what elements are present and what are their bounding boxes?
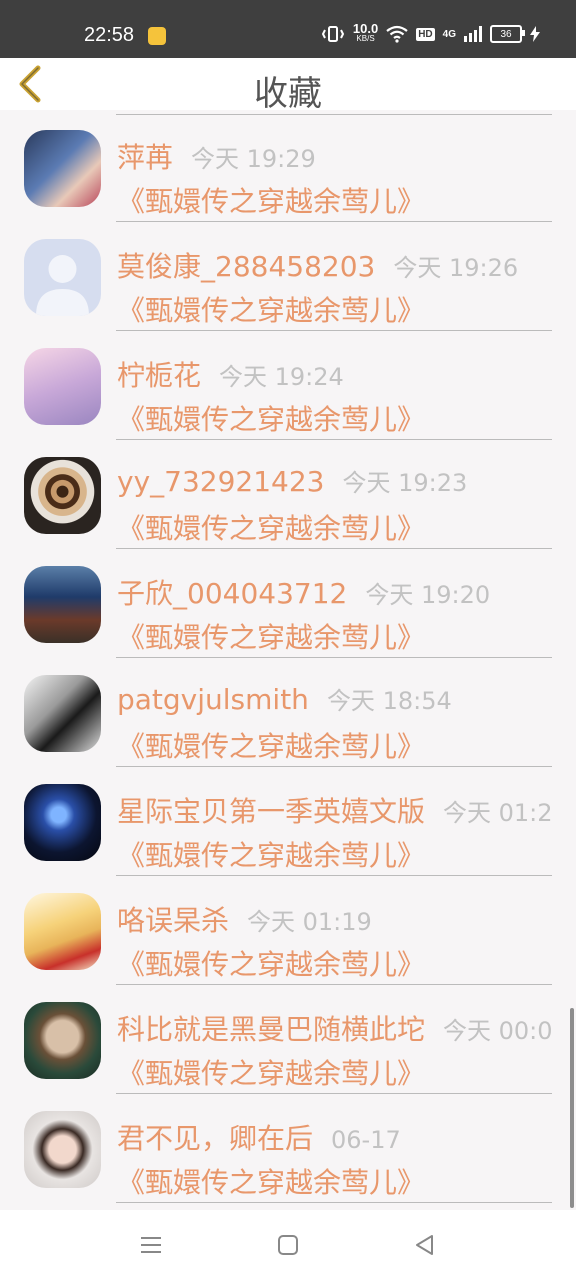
- avatar[interactable]: [24, 130, 101, 207]
- book-title[interactable]: 《甄嬛传之穿越余莺儿》: [117, 834, 425, 874]
- list-item[interactable]: 咯误杲杀 今天 01:19 《甄嬛传之穿越余莺儿》: [0, 873, 576, 985]
- list-item[interactable]: patgvjulsmith 今天 18:54 《甄嬛传之穿越余莺儿》: [0, 655, 576, 767]
- avatar[interactable]: [24, 457, 101, 534]
- avatar[interactable]: [24, 1111, 101, 1188]
- divider: [116, 1202, 552, 1203]
- user-name-text: 柠栀花: [117, 359, 202, 392]
- default-avatar-icon: [36, 255, 89, 316]
- user-name-text: yy_732921423: [117, 465, 325, 498]
- network-speed: 10.0 KB/S: [352, 21, 379, 44]
- book-title[interactable]: 《甄嬛传之穿越余莺儿》: [117, 1052, 425, 1092]
- signal-icon: [464, 26, 482, 42]
- avatar[interactable]: [24, 675, 101, 752]
- user-name: 咯误杲杀 今天 01:19: [117, 899, 372, 939]
- book-title[interactable]: 《甄嬛传之穿越余莺儿》: [117, 1161, 425, 1201]
- user-name-text: 子欣_004043712: [117, 577, 348, 610]
- timestamp: 今天 19:29: [191, 145, 316, 173]
- user-name: 莫俊康_288458203 今天 19:26: [117, 245, 518, 285]
- avatar[interactable]: [24, 566, 101, 643]
- avatar[interactable]: [24, 1002, 101, 1079]
- book-title[interactable]: 《甄嬛传之穿越余莺儿》: [117, 725, 425, 765]
- page-title: 收藏: [254, 74, 322, 114]
- wifi-icon: [386, 25, 408, 43]
- user-name-text: 君不见，卿在后: [117, 1122, 314, 1155]
- home-icon[interactable]: [273, 1230, 303, 1260]
- avatar[interactable]: [24, 348, 101, 425]
- timestamp: 今天 00:0: [443, 1017, 553, 1045]
- avatar[interactable]: [24, 893, 101, 970]
- list-item[interactable]: 星际宝贝第一季英嬉文版 今天 01:2 《甄嬛传之穿越余莺儿》: [0, 764, 576, 876]
- book-title[interactable]: 《甄嬛传之穿越余莺儿》: [117, 507, 425, 547]
- avatar[interactable]: [24, 784, 101, 861]
- user-name-text: 莫俊康_288458203: [117, 250, 376, 283]
- timestamp: 今天 01:2: [443, 799, 553, 827]
- user-name: yy_732921423 今天 19:23: [117, 463, 467, 498]
- user-name: 星际宝贝第一季英嬉文版 今天 01:2: [117, 790, 553, 830]
- list-item[interactable]: 君不见，卿在后 06-17 《甄嬛传之穿越余莺儿》: [0, 1091, 576, 1203]
- favorites-list[interactable]: 萍苒 今天 19:29 《甄嬛传之穿越余莺儿》 莫俊康_288458203 今天 1…: [0, 110, 576, 1210]
- book-title[interactable]: 《甄嬛传之穿越余莺儿》: [117, 180, 425, 220]
- navigation-bar: [0, 1210, 576, 1280]
- user-name: 柠栀花 今天 19:24: [117, 354, 344, 394]
- list-item[interactable]: 莫俊康_288458203 今天 19:26 《甄嬛传之穿越余莺儿》: [0, 219, 576, 331]
- user-name-text: 萍苒: [117, 141, 174, 174]
- user-name-text: 咯误杲杀: [117, 904, 230, 937]
- timestamp: 今天 19:20: [365, 581, 491, 609]
- list-item[interactable]: 萍苒 今天 19:29 《甄嬛传之穿越余莺儿》: [0, 110, 576, 222]
- timestamp: 今天 19:23: [342, 469, 468, 497]
- hd-badge: HD: [416, 27, 435, 41]
- user-name: patgvjulsmith 今天 18:54: [117, 681, 452, 716]
- list-item[interactable]: yy_732921423 今天 19:23 《甄嬛传之穿越余莺儿》: [0, 437, 576, 549]
- avatar[interactable]: [24, 239, 101, 316]
- user-name-text: 科比就是黑曼巴随横此坨: [117, 1013, 426, 1046]
- book-title[interactable]: 《甄嬛传之穿越余莺儿》: [117, 289, 425, 329]
- user-name: 科比就是黑曼巴随横此坨 今天 00:0: [117, 1008, 553, 1048]
- network-type: 4G: [442, 28, 456, 40]
- user-name-text: 星际宝贝第一季英嬉文版: [117, 795, 426, 828]
- book-title[interactable]: 《甄嬛传之穿越余莺儿》: [117, 943, 425, 983]
- network-speed-unit: KB/S: [356, 34, 375, 43]
- menu-icon[interactable]: [136, 1230, 166, 1260]
- battery-level: 36: [500, 28, 512, 40]
- user-name-text: patgvjulsmith: [117, 683, 309, 716]
- timestamp: 今天 19:26: [393, 254, 519, 282]
- status-icons: 10.0 KB/S HD 4G 36: [321, 21, 540, 44]
- user-name: 君不见，卿在后 06-17: [117, 1117, 401, 1157]
- book-title[interactable]: 《甄嬛传之穿越余莺儿》: [117, 398, 425, 438]
- back-triangle-icon[interactable]: [410, 1230, 440, 1260]
- book-title[interactable]: 《甄嬛传之穿越余莺儿》: [117, 616, 425, 656]
- battery-icon: 36: [490, 25, 525, 43]
- notification-icon: [148, 27, 166, 45]
- timestamp: 今天 18:54: [326, 687, 452, 715]
- status-bar: 22:58 10.0 KB/S HD 4G 36: [0, 0, 576, 58]
- timestamp: 今天 01:19: [247, 908, 372, 936]
- header: 收藏: [0, 58, 576, 114]
- clock: 22:58: [84, 24, 135, 46]
- charging-icon: [530, 26, 540, 42]
- user-name: 萍苒 今天 19:29: [117, 136, 316, 176]
- list-item[interactable]: 子欣_004043712 今天 19:20 《甄嬛传之穿越余莺儿》: [0, 546, 576, 658]
- list-item[interactable]: 柠栀花 今天 19:24 《甄嬛传之穿越余莺儿》: [0, 328, 576, 440]
- timestamp: 今天 19:24: [219, 363, 344, 391]
- network-speed-value: 10.0: [352, 21, 379, 36]
- vibrate-icon: [321, 26, 345, 42]
- timestamp: 06-17: [331, 1126, 401, 1154]
- scrollbar[interactable]: [570, 1008, 574, 1208]
- user-name: 子欣_004043712 今天 19:20: [117, 572, 490, 612]
- list-item[interactable]: 科比就是黑曼巴随横此坨 今天 00:0 《甄嬛传之穿越余莺儿》: [0, 982, 576, 1094]
